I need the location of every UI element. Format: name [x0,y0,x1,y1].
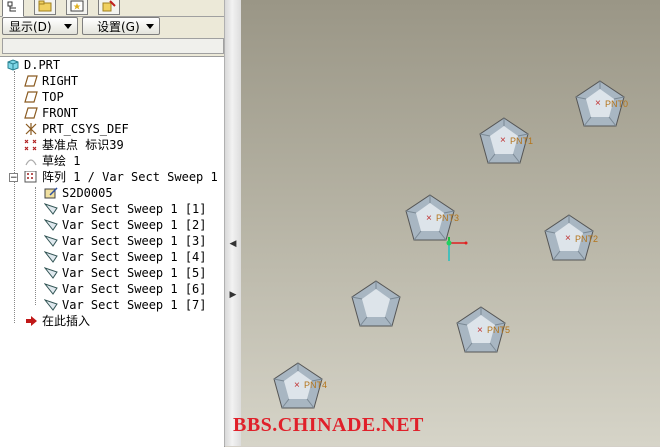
tree-child-label: Var Sect Sweep 1 [7] [62,298,207,312]
tree-child-label: Var Sect Sweep 1 [3] [62,234,207,248]
datum-point-icon [24,139,37,151]
watermark: BBS.CHINADE.NET [233,414,424,436]
display-menu-button[interactable]: 显示(D) [2,17,78,35]
sweep-feature-icon [44,283,58,295]
tab-model-tree[interactable] [2,0,24,17]
datum-point-marker: × [500,135,506,146]
tree-filter-bar[interactable] [2,38,224,54]
tree-child-label: Var Sect Sweep 1 [1] [62,202,207,216]
part-icon [7,59,19,71]
datum-point-label: PNT0 [605,99,629,109]
tree-child-label: S2D0005 [62,186,113,200]
settings-menu-label: 设置(G) [97,19,140,34]
model-tree: D.PRT RIGHT TOP FRONT PRT_CSYS_DEF 基准点 标… [0,56,225,447]
tree-item-label: 草绘 1 [42,154,81,168]
coordinate-system-icon [25,123,37,135]
datum-point-label: PNT3 [436,213,460,223]
insert-here-label: 在此插入 [42,314,91,328]
datum-point-label: PNT2 [575,234,599,244]
tree-item-label: 阵列 1 / Var Sect Sweep 1 [42,170,218,184]
chevron-down-icon [146,24,154,29]
tree-child-label: Var Sect Sweep 1 [5] [62,266,207,280]
tree-item-label: PRT_CSYS_DEF [42,122,129,136]
connections-icon [102,0,116,11]
display-menu-label: 显示(D) [9,19,52,34]
tree-child-label: Var Sect Sweep 1 [4] [62,250,207,264]
tree-connector-line [14,71,15,323]
graphics-viewport[interactable]: × PNT0 × PNT1 × PNT2 × PNT3 × PNT5 × PNT… [241,0,660,446]
tab-connections[interactable] [98,0,120,15]
tab-folder-browser[interactable] [34,0,56,15]
datum-point-marker: × [426,213,432,224]
datum-point-label: PNT4 [304,380,328,390]
tree-item-label: RIGHT [42,74,79,88]
model-tree-icon [7,1,16,11]
datum-plane-icon [24,107,38,119]
navigator-tabs [0,0,228,17]
arrow-right-icon [26,316,37,326]
tree-item-label: TOP [42,90,64,104]
chevron-down-icon [64,24,72,29]
tab-favorites[interactable] [66,0,88,15]
sweep-feature-icon [44,299,58,311]
csys-triad-icon [446,237,468,261]
tree-child-label: Var Sect Sweep 1 [6] [62,282,207,296]
datum-plane-icon [24,91,38,103]
sweep-feature-icon [44,251,58,263]
folder-browser-icon [38,0,52,11]
sweep-feature-icon [44,203,58,215]
model-tree-panel: 显示(D) 设置(G) D.PRT RIGHT TOP FRONT PRT_CS… [0,0,228,447]
datum-point-label: PNT1 [510,136,534,146]
tree-item-label: FRONT [42,106,79,120]
chevron-left-icon[interactable]: ◀ [229,238,237,250]
datum-point-marker: × [294,380,300,391]
sketch-edit-icon [44,187,58,199]
settings-menu-button[interactable]: 设置(G) [82,17,160,35]
datum-point-marker: × [565,233,571,244]
tree-child-label: Var Sect Sweep 1 [2] [62,218,207,232]
sweep-feature-icon [44,219,58,231]
chevron-right-icon[interactable]: ▶ [229,289,237,301]
sketch-icon [25,159,37,166]
pattern-icon [24,171,37,183]
sweep-feature-icon [44,267,58,279]
datum-plane-icon [24,75,38,87]
datum-point-label: PNT5 [487,325,511,335]
tree-toolbar: 显示(D) 设置(G) [0,16,228,36]
tree-connector-line [35,187,36,305]
tree-root-label: D.PRT [24,58,61,72]
datum-point-marker: × [477,325,483,336]
collapse-toggle[interactable]: − [9,173,18,183]
pentagon-feature[interactable] [350,279,402,329]
favorites-icon [70,0,84,11]
tree-item-label: 基准点 标识39 [42,138,124,152]
sweep-feature-icon [44,235,58,247]
datum-point-marker: × [595,98,601,109]
